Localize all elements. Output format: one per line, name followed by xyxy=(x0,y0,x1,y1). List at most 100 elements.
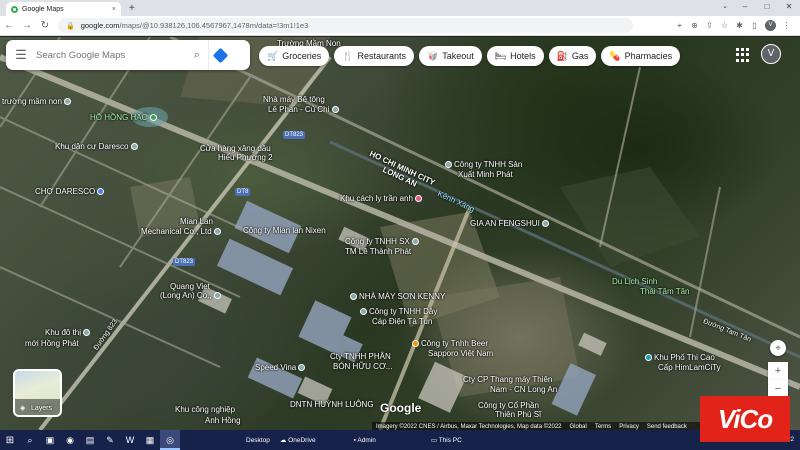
word-app-icon[interactable]: W xyxy=(120,430,140,450)
map-label[interactable]: CHỢ DARESCO xyxy=(35,187,106,196)
map-label[interactable]: Thái Tâm Tân xyxy=(640,287,690,296)
calculator-app-icon[interactable]: ▦ xyxy=(140,430,160,450)
search-icon[interactable]: ⌕ xyxy=(186,49,208,62)
google-apps-grid-icon[interactable] xyxy=(736,48,750,62)
map-label[interactable]: DNTN HUỲNH LUÔNG xyxy=(290,400,374,409)
directions-button[interactable] xyxy=(208,40,232,70)
admin-folder-link[interactable]: ▪ Admin xyxy=(354,437,376,444)
map-label[interactable]: Mian Lan xyxy=(180,217,213,226)
map-label[interactable]: Cấp HimLamCiTy xyxy=(658,363,721,372)
map-label[interactable]: Mechanical Co., Ltd xyxy=(141,227,223,236)
chip-takeout[interactable]: 🥡 Takeout xyxy=(418,46,482,66)
vico-watermark-logo: ViCo xyxy=(700,396,790,442)
search-input[interactable] xyxy=(36,49,186,61)
chip-restaurants[interactable]: 🍴 Restaurants xyxy=(334,46,414,66)
map-label[interactable]: Khu đô thị xyxy=(45,328,92,337)
search-taskbar-icon[interactable]: ⌕ xyxy=(20,430,40,450)
chip-hotels[interactable]: 🛏 Hotels xyxy=(486,46,544,66)
new-tab-button[interactable]: + xyxy=(129,2,135,16)
map-label[interactable]: Khu cách ly trần anh xyxy=(340,194,424,203)
factory-pin-icon xyxy=(350,293,357,301)
share-icon[interactable]: ⇪ xyxy=(702,21,717,30)
menu-hamburger-icon[interactable]: ☰ xyxy=(6,47,36,63)
map-label[interactable]: trường mầm non xyxy=(2,97,73,106)
file-explorer-icon[interactable]: ▤ xyxy=(80,430,100,450)
map-label[interactable]: Cửa hàng xăng dầu xyxy=(200,144,271,153)
more-menu-icon[interactable]: ⋮ xyxy=(779,21,794,30)
zalo-app-icon[interactable]: ◉ xyxy=(60,430,80,450)
map-label[interactable]: (Long An) Co., xyxy=(160,291,223,300)
map-label[interactable]: Sapporo Việt Nam xyxy=(428,349,493,358)
map-label[interactable]: Công ty Tnhh Beer xyxy=(412,339,488,348)
bookmark-star-icon[interactable]: ☆ xyxy=(717,21,732,30)
address-bar[interactable]: 🔒 google.com/maps/@10.938126,106.4567967… xyxy=(58,18,633,33)
map-label[interactable]: Lê Phan - Củ Chi xyxy=(268,105,341,114)
account-avatar[interactable]: V xyxy=(761,44,781,64)
map-label-text: Lê Phan - Củ Chi xyxy=(268,105,330,114)
tab-search-icon[interactable]: ⌄ xyxy=(722,2,728,10)
map-label[interactable]: Khu dân cư Daresco xyxy=(55,142,140,151)
map-label[interactable]: Công ty Mian lan Nixen xyxy=(243,226,326,235)
forward-arrow-icon[interactable]: → xyxy=(18,20,36,31)
back-arrow-icon[interactable]: ← xyxy=(0,20,18,31)
side-panel-icon[interactable]: ▯ xyxy=(747,21,762,30)
map-label[interactable]: Cáp Điện Tà Tun xyxy=(372,317,432,326)
map-label[interactable]: Du Lịch Sinh xyxy=(612,277,657,286)
map-label[interactable]: TM Lê Thành Phát xyxy=(345,247,411,256)
map-label[interactable]: Anh Hồng xyxy=(205,416,241,425)
map-label[interactable]: BÓN HỮU CƠ... xyxy=(333,362,392,371)
desktop-toolbar-label[interactable]: Desktop xyxy=(246,437,270,444)
windows-start-icon[interactable]: ⊞ xyxy=(0,435,20,446)
map-label[interactable]: Nhà máy Bê tông xyxy=(263,95,325,104)
zoom-icon[interactable]: ⊕ xyxy=(687,21,702,30)
chip-gas[interactable]: ⛽ Gas xyxy=(548,46,597,66)
map-label[interactable]: Cty CP Thang máy Thiên xyxy=(463,375,552,384)
map-label-text: Khu dân cư Daresco xyxy=(55,142,129,151)
company-pin-icon xyxy=(412,238,419,246)
map-label[interactable]: Công ty TNHH Dây xyxy=(360,307,437,316)
window-controls: – □ ✕ xyxy=(734,0,800,16)
profile-avatar[interactable]: V xyxy=(765,20,776,31)
map-label[interactable]: NHÀ MÁY SƠN KENNY xyxy=(350,292,445,301)
location-icon[interactable]: ⌖ xyxy=(672,21,687,31)
map-label[interactable]: Công ty TNHH Sản xyxy=(445,160,522,169)
onedrive-link[interactable]: ☁ OneDrive xyxy=(280,436,316,444)
map-label[interactable]: Công ty Cổ Phần xyxy=(478,401,539,410)
map-label[interactable]: Hiếu Phương 2 xyxy=(218,153,273,162)
reload-icon[interactable]: ↻ xyxy=(36,20,54,31)
minimize-button[interactable]: – xyxy=(734,0,756,16)
satellite-map[interactable]: Trường Mầm Non Nhà máy Bê tông Lê Phan -… xyxy=(0,37,800,430)
extensions-icon[interactable]: ✱ xyxy=(732,21,747,30)
map-label[interactable]: Khu Phố Thi Cao xyxy=(645,353,715,362)
zoom-in-button[interactable]: + xyxy=(768,362,788,380)
tab-close-icon[interactable]: × xyxy=(112,6,116,13)
this-pc-link[interactable]: ▭ This PC xyxy=(431,436,462,444)
my-location-icon[interactable]: ⌖ xyxy=(770,340,786,356)
close-window-button[interactable]: ✕ xyxy=(778,0,800,16)
tab-google-maps[interactable]: Google Maps × xyxy=(6,2,121,16)
map-label[interactable]: Nam - CN Long An xyxy=(490,385,557,394)
map-label[interactable]: Khu công nghiệp xyxy=(175,405,235,414)
google-logo: Google xyxy=(380,401,422,415)
company-pin-icon xyxy=(213,292,221,300)
map-label[interactable]: GIA AN FENGSHUI xyxy=(470,219,551,228)
layers-toggle[interactable]: ◈ Layers xyxy=(13,369,62,417)
map-label-text: Speed Vina xyxy=(255,363,297,372)
map-label[interactable]: mới Hồng Phát xyxy=(25,339,79,348)
chip-pharmacies[interactable]: 💊 Pharmacies xyxy=(601,46,681,66)
maximize-button[interactable]: □ xyxy=(756,0,778,16)
map-label[interactable]: Speed Vina xyxy=(255,363,307,372)
paint-app-icon[interactable]: ✎ xyxy=(100,430,120,450)
map-label[interactable]: Xuất Minh Phát xyxy=(458,170,513,179)
store-pin-icon xyxy=(542,220,550,228)
task-view-icon[interactable]: ▣ xyxy=(40,430,60,450)
chrome-app-icon[interactable]: ◎ xyxy=(160,430,180,450)
map-label[interactable]: HỒ HỒNG HẠC xyxy=(90,113,159,122)
map-label[interactable]: Quang Viet xyxy=(170,282,210,291)
chip-label: Gas xyxy=(571,51,589,61)
chip-groceries[interactable]: 🛒 Groceries xyxy=(259,46,330,66)
map-label[interactable]: Thiên Phú Sĩ xyxy=(495,410,541,419)
map-label[interactable]: Cty TNHH PHÂN xyxy=(330,352,391,361)
map-label[interactable]: Công ty TNHH SX xyxy=(345,237,421,246)
cart-icon: 🛒 xyxy=(267,50,279,61)
